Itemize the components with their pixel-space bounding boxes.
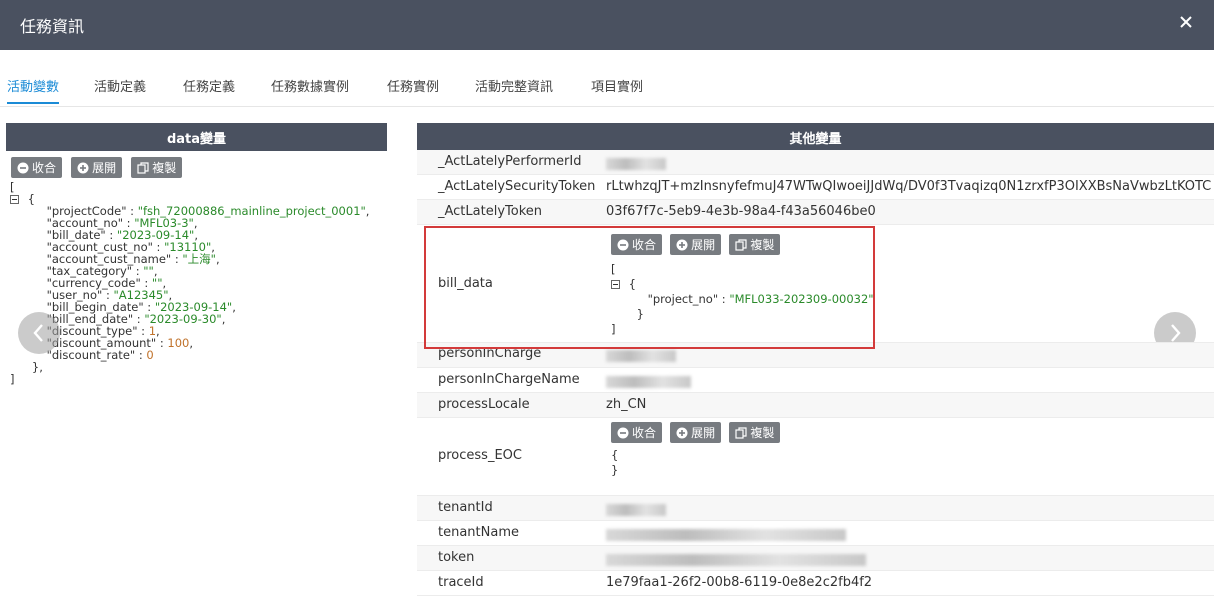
row-key: tenantName: [438, 525, 519, 540]
expand-button[interactable]: 展開: [670, 234, 722, 255]
chevron-left-icon: [33, 324, 43, 342]
copy-label: 複製: [750, 426, 775, 440]
row-value: zh_CN: [606, 397, 647, 412]
copy-button[interactable]: 複製: [729, 234, 781, 255]
process-eoc-json: { }: [611, 448, 619, 477]
row-key: token: [438, 550, 475, 565]
collapse-button[interactable]: 收合: [611, 422, 663, 443]
row-value: 1e79faa1-26f2-00b8-6119-0e8e2c2fb4f2: [606, 575, 873, 590]
copy-button[interactable]: 複製: [131, 157, 183, 178]
copy-icon: [735, 426, 747, 439]
expand-button[interactable]: 展開: [670, 422, 722, 443]
tab-project-instance[interactable]: 項目實例: [591, 76, 643, 95]
variables-table: _ActLatelyPerformerId _ActLatelySecurity…: [417, 150, 1214, 596]
table-row: _ActLatelyToken 03f67f7c-5eb9-4e3b-98a4-…: [417, 200, 1214, 225]
row-value: rLtwhzqJT+mzInsnyfefmuJ47WTwQIwoeiJJdWq/…: [606, 179, 1212, 194]
close-button[interactable]: [1178, 14, 1198, 34]
plus-circle-icon: [77, 162, 89, 174]
table-row: tenantId: [417, 496, 1214, 521]
masked-value: [606, 348, 676, 363]
table-row: token: [417, 546, 1214, 571]
row-key: personInCharge: [438, 346, 542, 361]
minus-circle-icon: [617, 427, 629, 439]
row-key: processLocale: [438, 397, 530, 412]
masked-value: [606, 156, 666, 171]
table-row: processLocale zh_CN: [417, 393, 1214, 418]
collapse-label: 收合: [632, 426, 657, 440]
row-key: tenantId: [438, 500, 493, 515]
masked-value: [606, 374, 691, 389]
collapse-label: 收合: [632, 238, 657, 252]
process-eoc-toolbar: 收合 展開 複製: [611, 422, 784, 443]
masked-value: [606, 552, 866, 567]
plus-circle-icon: [676, 239, 688, 251]
right-panel-title: 其他變量: [789, 131, 842, 147]
plus-circle-icon: [676, 427, 688, 439]
bill-data-json: [ { "project_no" : "MFL033-202309-00032"…: [611, 262, 874, 336]
collapse-button[interactable]: 收合: [611, 234, 663, 255]
collapse-button[interactable]: 收合: [11, 157, 63, 178]
table-row: _ActLatelySecurityToken rLtwhzqJT+mzInsn…: [417, 175, 1214, 200]
left-json-toolbar: 收合 展開 複製: [11, 157, 186, 178]
row-key: _ActLatelySecurityToken: [438, 179, 596, 194]
left-panel-title: data變量: [166, 131, 227, 147]
expand-label: 展開: [691, 426, 716, 440]
collapse-label: 收合: [32, 161, 57, 175]
row-value: 03f67f7c-5eb9-4e3b-98a4-f43a56046be0: [606, 204, 876, 219]
prev-button[interactable]: [18, 312, 60, 354]
masked-value: [606, 502, 666, 517]
dialog-header: 任務資訊: [0, 0, 1214, 50]
table-row: personInCharge: [417, 343, 1214, 368]
row-key: process_EOC: [438, 448, 522, 463]
bill-data-toolbar: 收合 展開 複製: [611, 234, 784, 255]
copy-icon: [735, 238, 747, 251]
close-icon: [1178, 14, 1198, 30]
table-row: _ActLatelyPerformerId: [417, 150, 1214, 175]
minus-circle-icon: [617, 239, 629, 251]
tab-activity-definition[interactable]: 活動定義: [94, 76, 146, 95]
row-key: personInChargeName: [438, 372, 580, 387]
copy-button[interactable]: 複製: [729, 422, 781, 443]
tab-activity-full-info[interactable]: 活動完整資訊: [475, 76, 553, 95]
json-line: "project_no" : "MFL033-202309-00032": [647, 292, 874, 306]
expand-label: 展開: [92, 161, 117, 175]
expand-button[interactable]: 展開: [71, 157, 123, 178]
masked-value: [606, 527, 846, 542]
json-line: "discount_rate" : 0: [46, 348, 154, 362]
row-key: bill_data: [438, 276, 493, 291]
right-panel-header: 其他變量: [417, 123, 1214, 151]
dialog-title: 任務資訊: [20, 17, 85, 36]
tab-task-data-instance[interactable]: 任務數據實例: [271, 76, 349, 95]
row-key: traceId: [438, 575, 484, 590]
left-panel-header: data變量: [6, 123, 387, 151]
left-json-viewer: [ { "projectCode" : "fsh_72000886_mainli…: [10, 180, 370, 386]
copy-label: 複製: [750, 238, 775, 252]
row-key: _ActLatelyPerformerId: [438, 154, 582, 169]
tab-activity-variables[interactable]: 活動變數: [7, 76, 60, 104]
row-key: _ActLatelyToken: [438, 204, 543, 219]
fold-toggle[interactable]: [611, 280, 620, 289]
minus-circle-icon: [17, 162, 29, 174]
copy-label: 複製: [152, 161, 177, 175]
fold-toggle[interactable]: [10, 195, 19, 204]
table-row: tenantName: [417, 521, 1214, 546]
copy-icon: [137, 161, 149, 174]
expand-label: 展開: [691, 238, 716, 252]
tab-task-definition[interactable]: 任務定義: [183, 76, 235, 95]
table-row: bill_data 收合 展開 複製 [ { "project_no" : "M…: [417, 225, 1214, 343]
tab-task-instance[interactable]: 任務實例: [387, 76, 439, 95]
tab-bar: 活動變數 活動定義 任務定義 任務數據實例 任務實例 活動完整資訊 項目實例: [0, 50, 1214, 107]
table-row: personInChargeName: [417, 368, 1214, 393]
table-row: traceId 1e79faa1-26f2-00b8-6119-0e8e2c2f…: [417, 571, 1214, 596]
table-row: process_EOC 收合 展開 複製 { }: [417, 418, 1214, 496]
